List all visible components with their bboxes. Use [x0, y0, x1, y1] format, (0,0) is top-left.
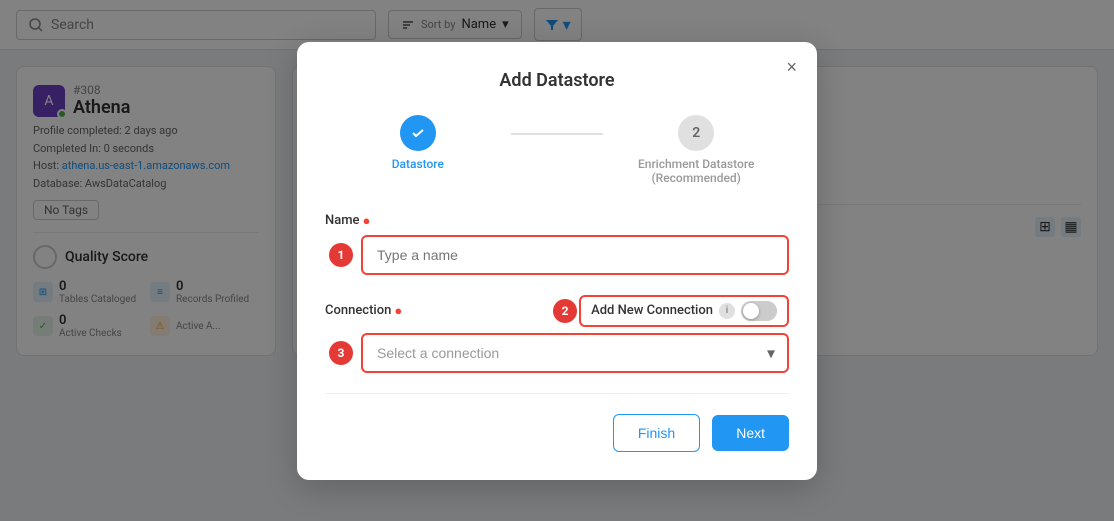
modal-overlay: × Add Datastore Datastore 2 Enrichment D… — [0, 0, 1114, 521]
name-label: Name ● — [325, 213, 370, 229]
name-required: ● — [363, 213, 371, 229]
badge-1: 1 — [329, 243, 353, 267]
name-label-row: Name ● — [325, 213, 789, 229]
badge-3: 3 — [329, 341, 353, 365]
toggle-switch[interactable] — [741, 301, 777, 321]
checkmark-icon — [410, 125, 426, 141]
step-connector — [511, 133, 604, 135]
name-input-wrapper: 1 — [361, 235, 789, 275]
select-wrapper: 3 Select a connection ▾ — [361, 333, 789, 373]
step2-label: Enrichment Datastore (Recommended) — [638, 157, 754, 185]
add-connection-row: 2 Add New Connection i — [579, 295, 789, 327]
add-connection-label: Add New Connection — [591, 303, 713, 318]
step2-circle: 2 — [678, 115, 714, 151]
name-form-group: Name ● 1 — [325, 213, 789, 275]
step-1: Datastore — [325, 115, 511, 171]
modal-title: Add Datastore — [325, 70, 789, 91]
connection-form-group: Connection ● 2 Add New Connection i 3 Se… — [325, 295, 789, 373]
stepper: Datastore 2 Enrichment Datastore (Recomm… — [325, 115, 789, 185]
name-input[interactable] — [361, 235, 789, 275]
connection-select[interactable]: Select a connection — [361, 333, 789, 373]
badge-2: 2 — [553, 299, 577, 323]
step-2: 2 Enrichment Datastore (Recommended) — [603, 115, 789, 185]
modal-close-button[interactable]: × — [786, 58, 797, 76]
finish-button[interactable]: Finish — [613, 414, 700, 452]
next-button[interactable]: Next — [712, 415, 789, 451]
connection-required: ● — [394, 303, 402, 319]
select-container: Select a connection ▾ — [361, 333, 789, 373]
modal: × Add Datastore Datastore 2 Enrichment D… — [297, 42, 817, 480]
modal-footer: Finish Next — [325, 414, 789, 452]
info-icon: i — [719, 303, 735, 319]
connection-label: Connection ● — [325, 303, 402, 319]
modal-divider — [325, 393, 789, 394]
connection-label-row: Connection ● 2 Add New Connection i — [325, 295, 789, 327]
step1-label: Datastore — [392, 157, 444, 171]
step1-circle — [400, 115, 436, 151]
